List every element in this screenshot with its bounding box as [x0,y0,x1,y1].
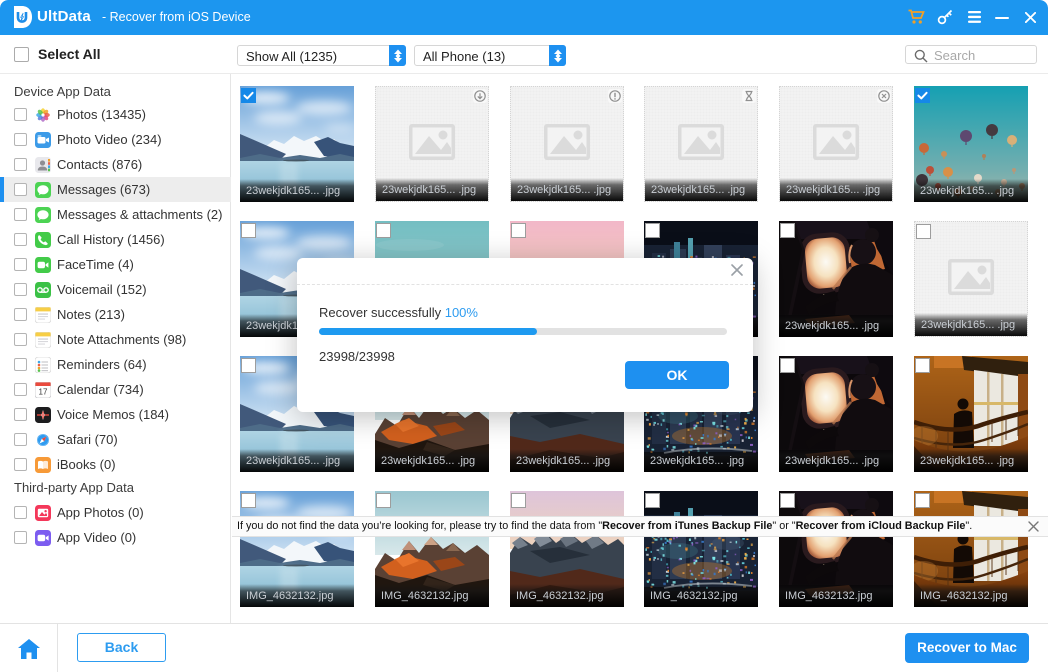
svg-text:17: 17 [39,387,48,396]
